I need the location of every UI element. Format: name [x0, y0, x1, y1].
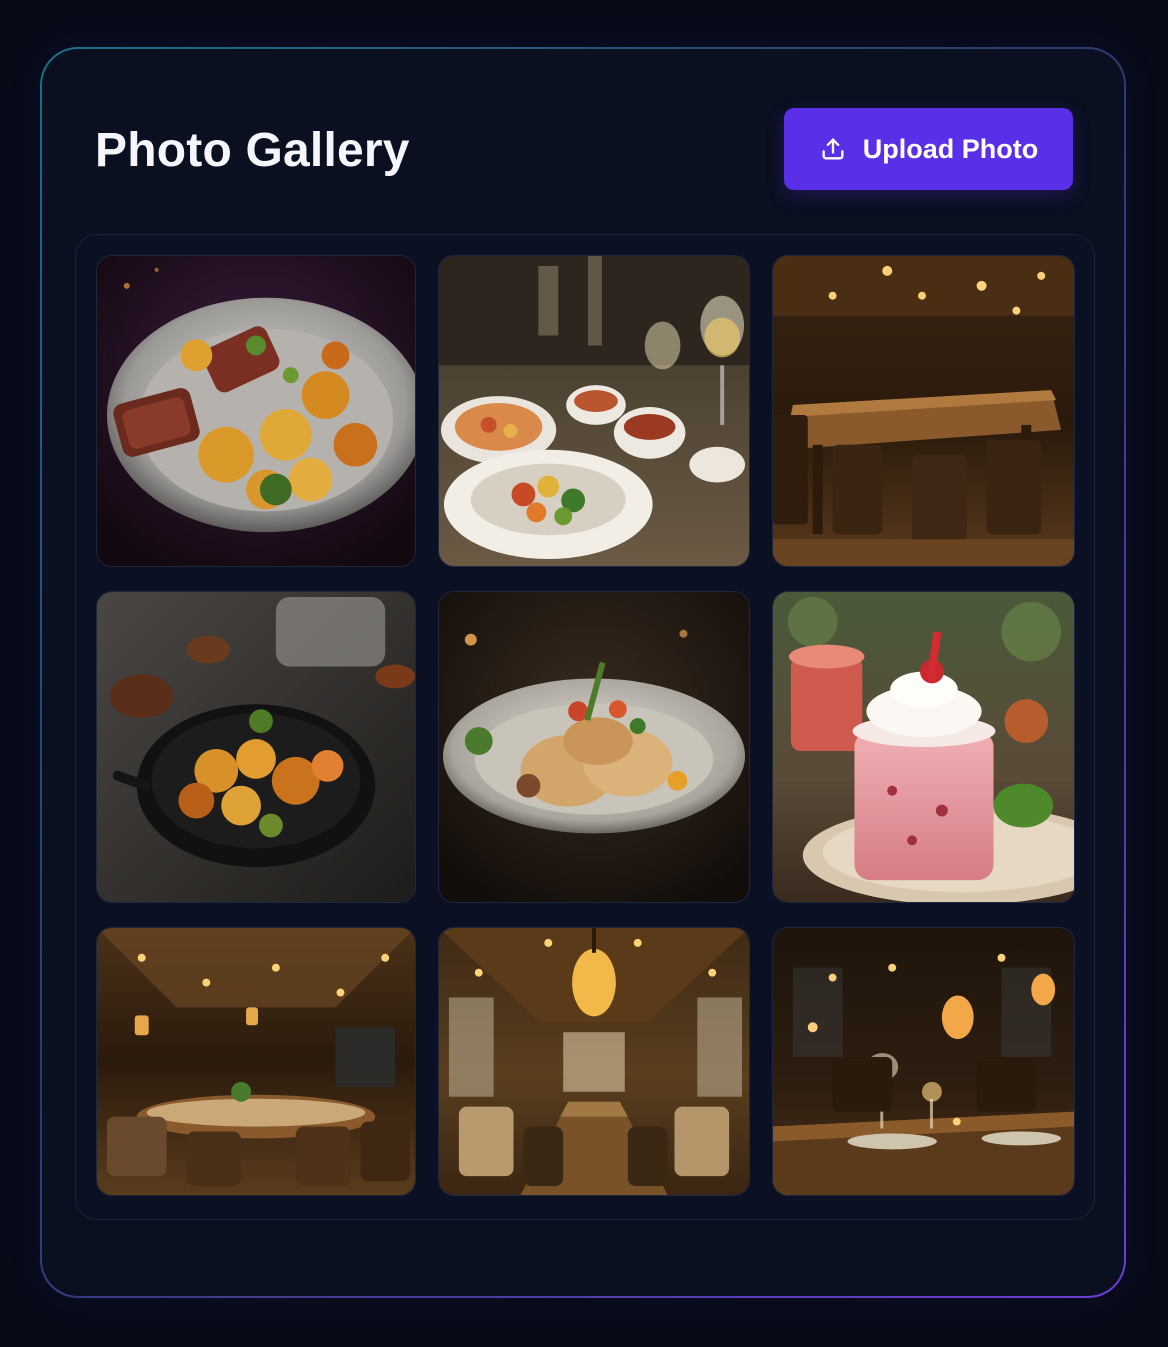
photo-steak-plate-image: [97, 256, 415, 566]
photo-grid-panel: [75, 234, 1095, 1220]
photo-restaurant-hall-image: [97, 928, 415, 1195]
photo-tile-dinner-table[interactable]: [438, 255, 750, 567]
photo-milkshake-image: [773, 592, 1074, 902]
photo-dining-room-image: [773, 256, 1074, 566]
photo-tile-restaurant-hall[interactable]: [96, 927, 416, 1196]
photo-tile-steak-plate[interactable]: [96, 255, 416, 567]
upload-icon: [819, 135, 847, 163]
photo-skillet-potatoes-image: [97, 592, 415, 902]
upload-photo-label: Upload Photo: [862, 133, 1039, 164]
photo-tile-skillet-potatoes[interactable]: [96, 591, 416, 903]
photo-chicken-plate-image: [439, 592, 749, 902]
photo-tile-banquet-room[interactable]: [438, 927, 750, 1196]
page-title: Photo Gallery: [95, 124, 410, 177]
photo-tile-milkshake[interactable]: [772, 591, 1075, 903]
photo-banquet-room-image: [439, 928, 749, 1195]
photo-dinner-table-image: [439, 256, 749, 566]
upload-photo-button[interactable]: Upload Photo: [784, 108, 1073, 190]
photo-grid: [96, 255, 1075, 1196]
photo-tile-candlelit-table[interactable]: [772, 927, 1075, 1196]
gallery-card: Photo Gallery Upload Photo: [40, 47, 1126, 1298]
photo-candlelit-table-image: [773, 928, 1074, 1195]
photo-tile-chicken-plate[interactable]: [438, 591, 750, 903]
photo-tile-dining-room[interactable]: [772, 255, 1075, 567]
